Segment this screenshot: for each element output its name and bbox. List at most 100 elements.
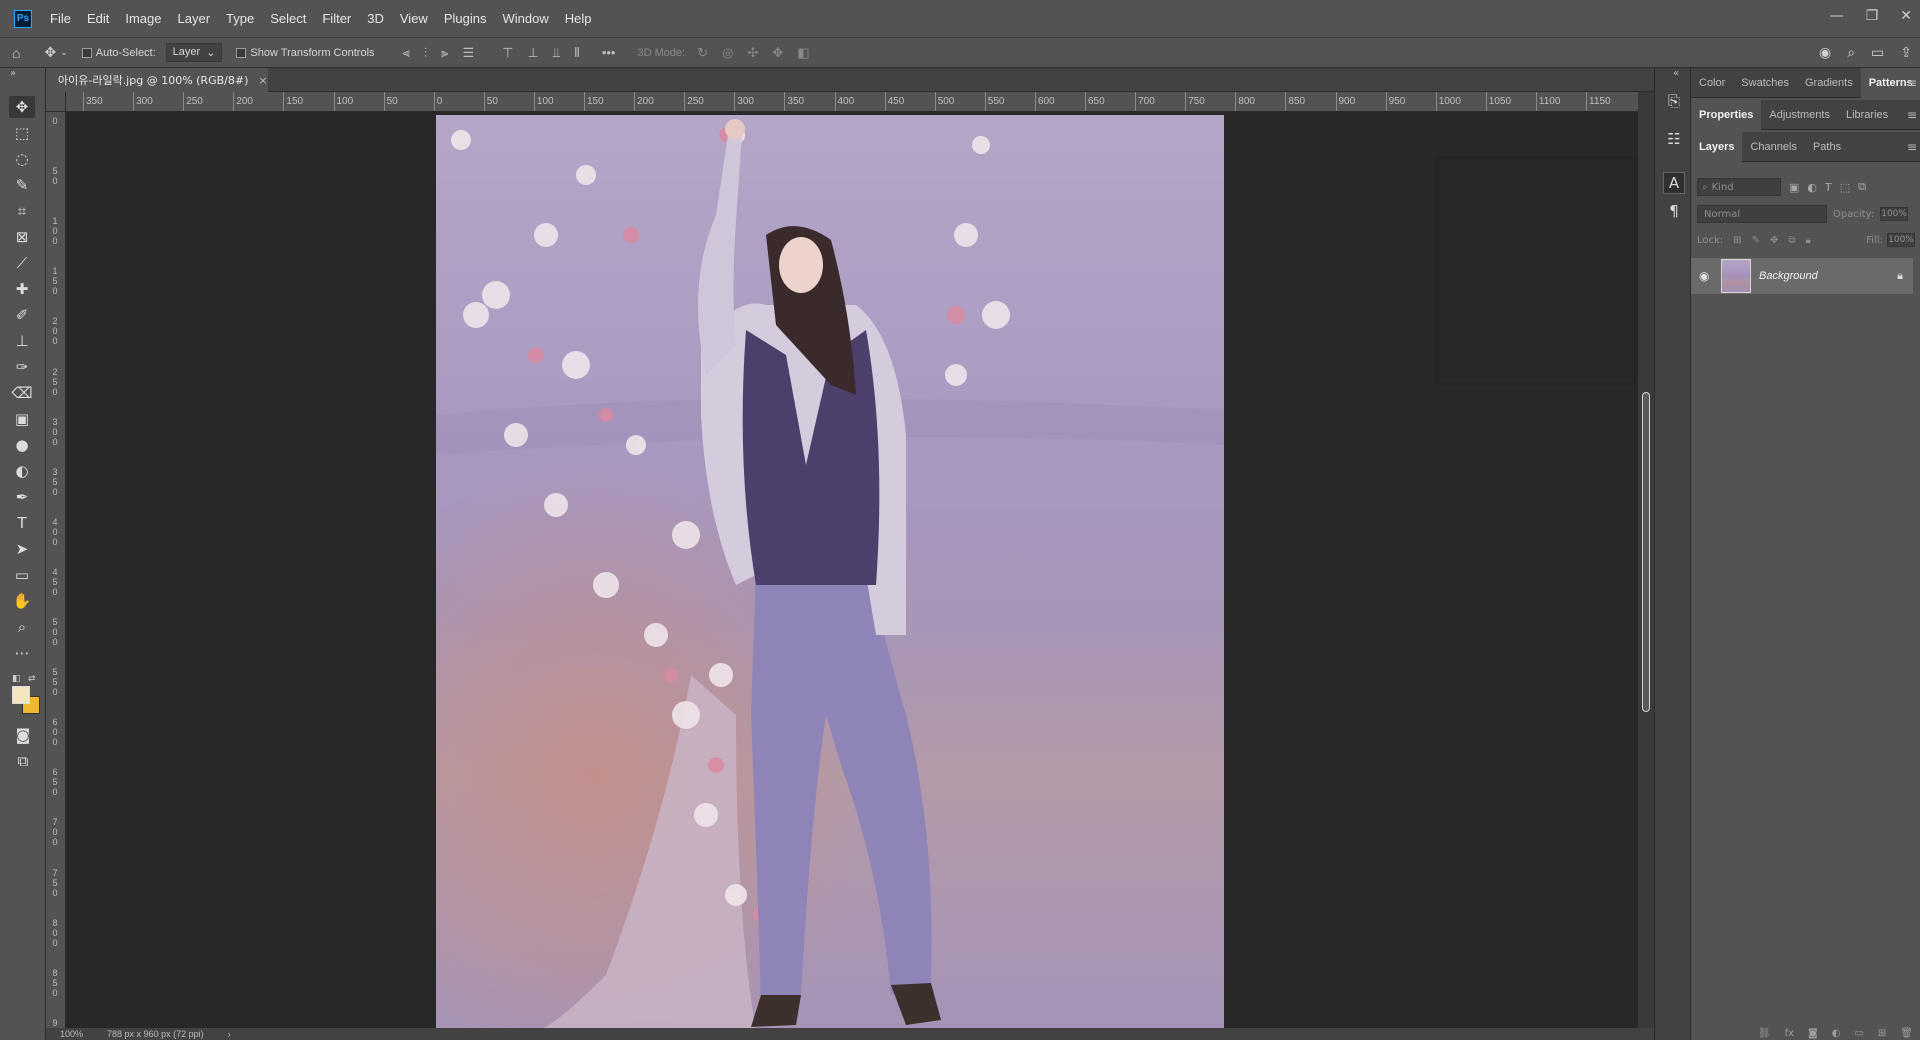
align-top-icon[interactable]: ⊤ <box>502 45 513 61</box>
chevron-down-icon[interactable]: ⌄ <box>60 47 68 58</box>
lock-pixels-icon[interactable]: ✎ <box>1752 235 1760 246</box>
fill-field[interactable]: 100% <box>1887 233 1915 247</box>
minimize-button[interactable]: — <box>1830 8 1844 24</box>
delete-layer-icon[interactable]: 🗑︎ <box>1900 1028 1913 1039</box>
pan-icon[interactable]: ✣ <box>747 45 758 61</box>
rectangle-tool-icon[interactable]: ▭ <box>9 564 35 586</box>
filter-type-icon[interactable]: T <box>1825 181 1832 194</box>
path-select-tool-icon[interactable]: ➤ <box>9 538 35 560</box>
history-icon[interactable]: ⎘ <box>1663 90 1685 112</box>
vertical-scrollbar[interactable] <box>1638 92 1654 1028</box>
share-icon[interactable]: ⇪ <box>1900 44 1912 61</box>
properties-icon[interactable]: ☷ <box>1663 128 1685 150</box>
more-options-button[interactable]: ••• <box>602 45 616 61</box>
dodge-tool-icon[interactable]: ◐ <box>9 460 35 482</box>
filter-shape-icon[interactable]: ⬚ <box>1840 181 1850 194</box>
lock-transparent-icon[interactable]: ⊞ <box>1733 235 1741 246</box>
blend-mode-dropdown[interactable]: Normal <box>1697 205 1827 223</box>
eraser-tool-icon[interactable]: ⌫ <box>9 382 35 404</box>
panel-menu-icon[interactable]: ≡ <box>1907 140 1917 154</box>
add-mask-icon[interactable]: ◙ <box>1808 1028 1818 1039</box>
type-tool-icon[interactable]: T <box>9 512 35 534</box>
panel-menu-icon[interactable]: ≡ <box>1907 108 1917 122</box>
user-icon[interactable]: ◉ <box>1819 44 1831 61</box>
orbit-icon[interactable]: ↻ <box>697 45 708 61</box>
collapse-icon[interactable]: « <box>1673 68 1679 79</box>
slide-icon[interactable]: ✥ <box>772 45 783 61</box>
show-transform-checkbox[interactable]: Show Transform Controls <box>236 47 375 59</box>
ruler-horizontal[interactable]: 350 300 250 200 150 100 50 0 50 100 150 200 250 300 35… <box>66 92 1638 112</box>
menu-filter[interactable]: Filter <box>314 11 359 26</box>
tab-adjustments[interactable]: Adjustments <box>1761 100 1838 130</box>
tab-libraries[interactable]: Libraries <box>1838 100 1896 130</box>
lock-all-icon[interactable]: 🔒︎ <box>1805 235 1810 246</box>
align-right-icon[interactable]: ⫸ <box>441 45 448 61</box>
new-group-icon[interactable]: ▭ <box>1854 1028 1863 1039</box>
distribute-vertical-icon[interactable]: ⦀ <box>574 45 580 61</box>
opacity-field[interactable]: 100% <box>1880 207 1909 221</box>
lock-position-icon[interactable]: ✥ <box>1770 235 1778 246</box>
collapse-icon[interactable]: » <box>10 68 16 79</box>
adjustment-layer-icon[interactable]: ◐ <box>1832 1028 1841 1039</box>
blur-tool-icon[interactable]: ● <box>9 434 35 456</box>
character-icon[interactable]: A <box>1663 172 1685 194</box>
menu-3d[interactable]: 3D <box>359 11 392 26</box>
more-tools-icon[interactable]: ⋯ <box>9 642 35 664</box>
filter-smart-object-icon[interactable]: ⧉ <box>1858 180 1866 194</box>
screen-mode-icon[interactable]: ⧉ <box>10 750 36 772</box>
eye-icon[interactable]: ◉ <box>1699 269 1713 283</box>
layer-name[interactable]: Background <box>1759 270 1818 282</box>
tab-properties[interactable]: Properties <box>1691 99 1762 130</box>
lock-icon[interactable]: 🔒︎ <box>1897 269 1903 283</box>
gradient-tool-icon[interactable]: ▣ <box>9 408 35 430</box>
document-tab[interactable]: 아이유-라일락.jpg @ 100% (RGB/8#) × <box>46 68 268 92</box>
paragraph-icon[interactable]: ¶ <box>1663 200 1685 222</box>
eyedropper-tool-icon[interactable]: ⟋ <box>9 252 35 274</box>
status-arrow[interactable]: › <box>228 1029 231 1039</box>
panel-menu-icon[interactable]: ≡ <box>1907 76 1917 90</box>
kind-filter-dropdown[interactable]: ⌕ Kind <box>1697 178 1781 196</box>
auto-select-target-dropdown[interactable]: Layer ⌄ <box>165 43 223 62</box>
menu-type[interactable]: Type <box>218 11 262 26</box>
menu-help[interactable]: Help <box>557 11 600 26</box>
frame-tool-icon[interactable]: ⊠ <box>9 226 35 248</box>
swap-colors-icon[interactable]: ⇄ <box>28 674 36 684</box>
menu-layer[interactable]: Layer <box>170 11 219 26</box>
home-icon[interactable]: ⌂ <box>12 45 20 61</box>
menu-plugins[interactable]: Plugins <box>436 11 495 26</box>
menu-edit[interactable]: Edit <box>79 11 117 26</box>
menu-file[interactable]: File <box>42 11 79 26</box>
align-center-icon[interactable]: ⫶ <box>424 45 427 61</box>
auto-select-checkbox[interactable]: Auto-Select: <box>81 47 156 59</box>
distribute-icon[interactable]: ☰ <box>462 45 474 61</box>
roll-icon[interactable]: ◎ <box>722 45 733 61</box>
layer-row[interactable]: ◉ Background 🔒︎ <box>1691 258 1913 294</box>
hand-tool-icon[interactable]: ✋ <box>9 590 35 612</box>
default-colors-icon[interactable]: ◧ <box>12 674 21 684</box>
color-swatches[interactable]: ◧ ⇄ <box>12 674 44 714</box>
history-brush-tool-icon[interactable]: ✑ <box>9 356 35 378</box>
marquee-tool-icon[interactable]: ⬚ <box>9 122 35 144</box>
move-tool-icon[interactable]: ✥ <box>44 44 56 61</box>
scrollbar-thumb[interactable] <box>1642 392 1650 712</box>
tab-paths[interactable]: Paths <box>1805 132 1849 162</box>
workspace-icon[interactable]: ▭ <box>1871 44 1884 61</box>
tab-color[interactable]: Color <box>1691 68 1733 98</box>
tab-layers[interactable]: Layers <box>1691 131 1743 162</box>
filter-pixel-icon[interactable]: ▣ <box>1789 181 1799 194</box>
close-window-button[interactable]: ✕ <box>1900 8 1912 24</box>
zoom-level[interactable]: 100% <box>60 1029 83 1039</box>
new-layer-icon[interactable]: ⊞ <box>1878 1028 1886 1039</box>
search-icon[interactable]: ⌕ <box>1847 44 1855 61</box>
lock-artboard-icon[interactable]: ⧉ <box>1788 235 1795 246</box>
brush-tool-icon[interactable]: ✐ <box>9 304 35 326</box>
menu-select[interactable]: Select <box>262 11 314 26</box>
ruler-vertical[interactable]: 0 50 100 150 200 250 300 350 400 450 500 550 600 650 7… <box>46 112 66 1028</box>
quick-mask-icon[interactable]: ◙ <box>10 724 36 746</box>
align-middle-icon[interactable]: ⊥ <box>527 45 538 61</box>
menu-image[interactable]: Image <box>117 11 169 26</box>
video-icon[interactable]: ◧ <box>797 45 809 61</box>
fx-icon[interactable]: fx <box>1785 1028 1794 1039</box>
foreground-color-swatch[interactable] <box>12 686 30 704</box>
filter-adjustment-icon[interactable]: ◐ <box>1807 181 1817 194</box>
